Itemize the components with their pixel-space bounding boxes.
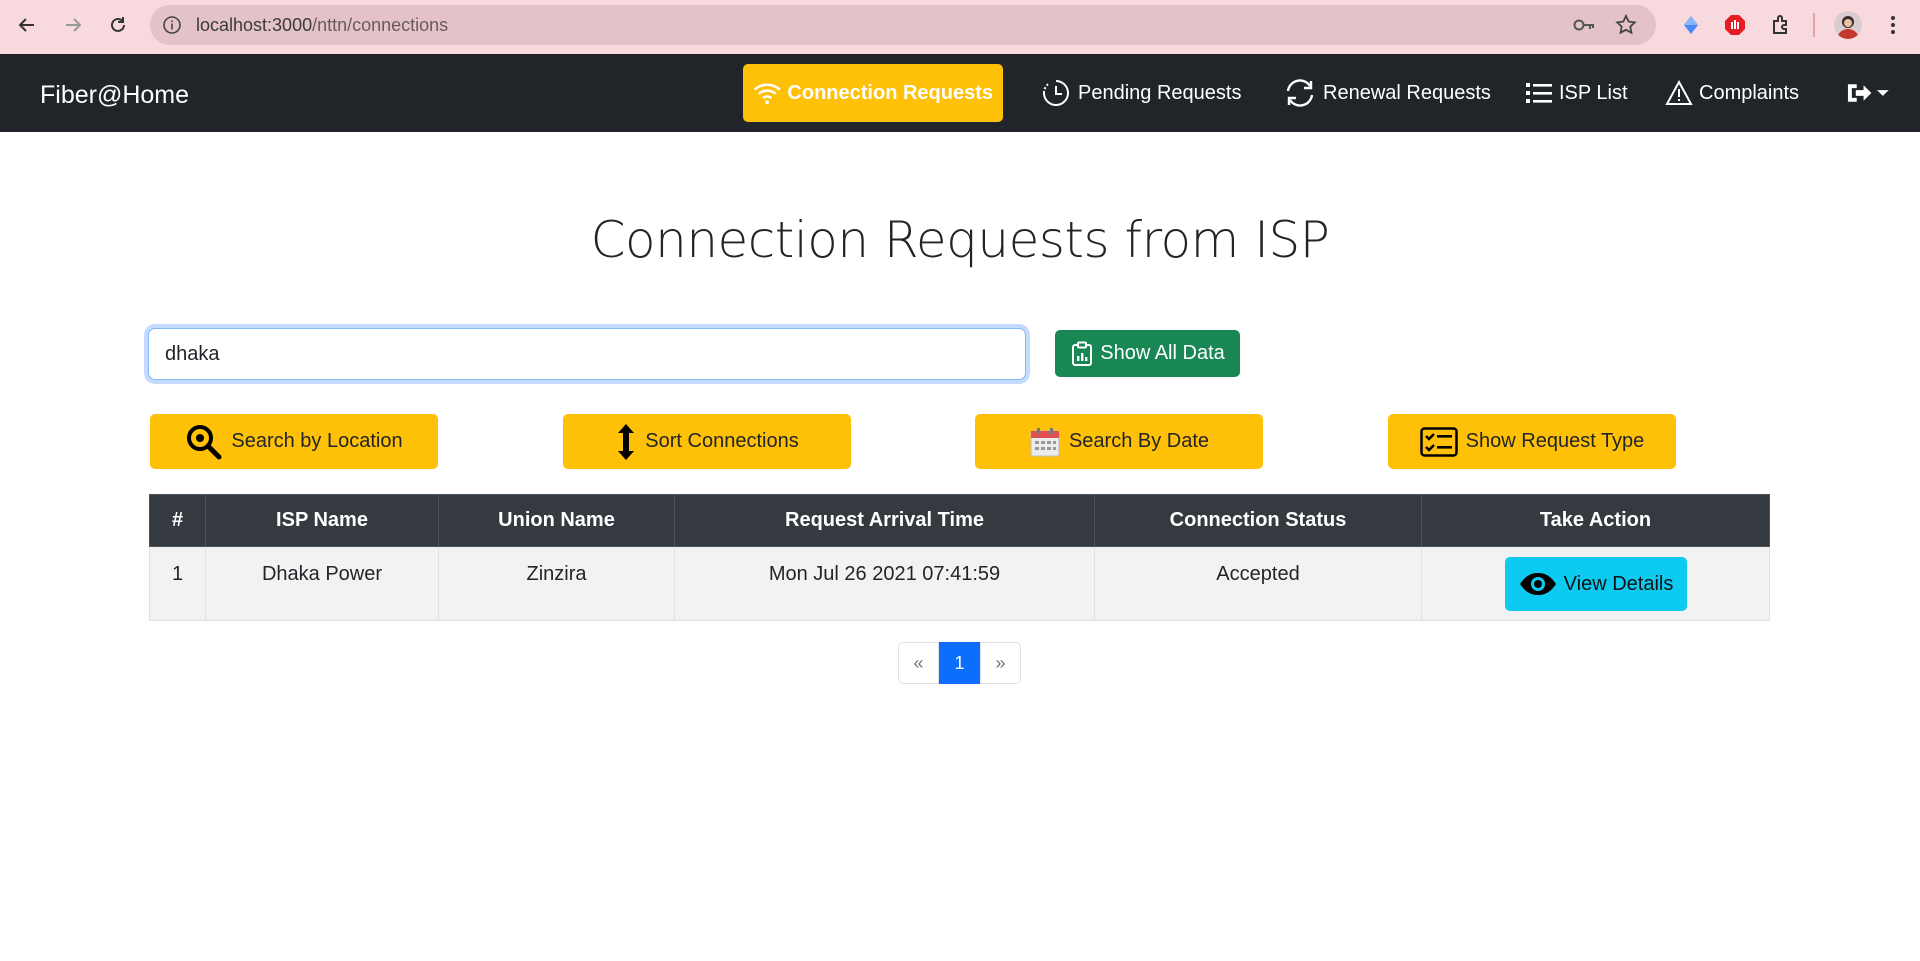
back-arrow-icon <box>18 18 34 32</box>
view-details-label: View Details <box>1563 572 1674 595</box>
address-bar[interactable]: localhost:3000/nttn/connections <box>150 5 1656 45</box>
wifi-icon <box>753 83 781 105</box>
nav-connection-requests[interactable]: Connection Requests <box>743 64 1003 122</box>
location-search-input[interactable] <box>148 328 1026 380</box>
back-button[interactable] <box>12 10 42 40</box>
calendar-icon <box>1030 427 1060 456</box>
refresh-icon <box>1286 79 1314 107</box>
search-icon <box>187 424 222 459</box>
sort-connections-label: Sort Connections <box>645 430 799 452</box>
search-by-location-label: Search by Location <box>231 430 403 452</box>
checklist-icon <box>1419 426 1458 457</box>
url-host: localhost:3000 <box>196 15 313 35</box>
logout-dropdown-toggle[interactable] <box>1846 79 1890 107</box>
search-by-date-button[interactable]: Search By Date <box>975 414 1263 469</box>
pagination-page-1[interactable]: 1 <box>939 642 980 684</box>
pagination: « 1 » <box>898 642 1021 684</box>
password-key-icon[interactable] <box>1572 15 1596 35</box>
brand-logo-text[interactable]: Fiber@Home <box>40 80 189 110</box>
pagination-prev[interactable]: « <box>898 642 939 684</box>
col-isp-name-header: ISP Name <box>205 494 439 547</box>
reload-icon <box>111 17 125 32</box>
col-union-name-header: Union Name <box>438 494 675 547</box>
row-isp-name: Dhaka Power <box>205 546 439 621</box>
extensions-puzzle-icon[interactable] <box>1768 12 1794 38</box>
browser-toolbar: localhost:3000/nttn/connections <box>0 0 1920 54</box>
nav-renewal-requests[interactable]: Renewal Requests <box>1283 64 1491 122</box>
col-index-header: # <box>149 494 206 547</box>
row-union-name: Zinzira <box>438 546 675 621</box>
show-all-data-button[interactable]: Show All Data <box>1055 330 1240 377</box>
app-navbar: Fiber@Home Connection Requests Pending R… <box>0 54 1920 132</box>
nav-renewal-requests-label: Renewal Requests <box>1323 81 1491 104</box>
nav-complaints[interactable]: Complaints <box>1665 64 1799 122</box>
col-arrival-time-header: Request Arrival Time <box>674 494 1095 547</box>
table-header-row: # ISP Name Union Name Request Arrival Ti… <box>149 494 1770 547</box>
toolbar-divider <box>1813 13 1815 37</box>
list-icon <box>1526 83 1552 103</box>
nav-pending-requests[interactable]: Pending Requests <box>1040 64 1241 122</box>
nav-isp-list[interactable]: ISP List <box>1525 64 1628 122</box>
connection-requests-table: # ISP Name Union Name Request Arrival Ti… <box>149 494 1770 621</box>
nav-isp-list-label: ISP List <box>1559 81 1628 104</box>
eye-icon <box>1519 573 1556 595</box>
chevron-down-icon <box>1877 90 1890 96</box>
clock-history-icon <box>1043 80 1069 106</box>
table-row: 1 Dhaka Power Zinzira Mon Jul 26 2021 07… <box>149 546 1770 621</box>
extension-blue-icon[interactable] <box>1678 12 1704 38</box>
bookmark-star-icon[interactable] <box>1614 13 1638 37</box>
nav-connection-requests-label: Connection Requests <box>787 81 993 104</box>
logout-icon <box>1847 84 1872 102</box>
row-action-cell: View Details <box>1421 546 1770 621</box>
col-status-header: Connection Status <box>1094 494 1422 547</box>
browser-menu-icon[interactable] <box>1880 12 1906 38</box>
profile-avatar[interactable] <box>1834 11 1862 39</box>
sort-connections-button[interactable]: Sort Connections <box>563 414 851 469</box>
site-info-icon[interactable] <box>162 15 182 35</box>
view-details-button[interactable]: View Details <box>1504 557 1687 611</box>
pagination-next[interactable]: » <box>980 642 1021 684</box>
show-request-type-button[interactable]: Show Request Type <box>1388 414 1676 469</box>
row-arrival-time: Mon Jul 26 2021 07:41:59 <box>674 546 1095 621</box>
nav-complaints-label: Complaints <box>1699 81 1800 104</box>
sort-arrows-icon <box>618 423 635 460</box>
forward-button[interactable] <box>58 10 88 40</box>
page-title: Connection Requests from ISP <box>590 211 1330 269</box>
clipboard-data-icon <box>1072 341 1093 366</box>
search-by-location-button[interactable]: Search by Location <box>150 414 438 469</box>
search-by-date-label: Search By Date <box>1068 430 1210 452</box>
row-index: 1 <box>149 546 206 621</box>
nav-pending-requests-label: Pending Requests <box>1078 81 1242 104</box>
url-path: /nttn/connections <box>312 15 449 35</box>
reload-button[interactable] <box>103 10 133 40</box>
url-text: localhost:3000/nttn/connections <box>196 15 448 35</box>
col-action-header: Take Action <box>1421 494 1770 547</box>
forward-arrow-icon <box>66 18 82 32</box>
extension-adblock-icon[interactable] <box>1722 12 1748 38</box>
show-all-data-label: Show All Data <box>1100 342 1225 364</box>
warning-icon <box>1665 80 1693 105</box>
show-request-type-label: Show Request Type <box>1465 430 1645 452</box>
row-status: Accepted <box>1094 546 1422 621</box>
